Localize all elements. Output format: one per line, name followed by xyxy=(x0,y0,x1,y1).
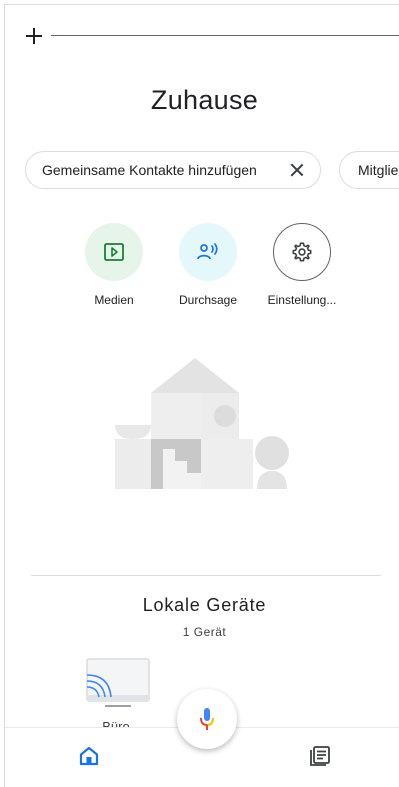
action-broadcast[interactable]: Durchsage xyxy=(163,223,253,307)
action-label: Einstellung... xyxy=(267,293,337,307)
media-circle[interactable] xyxy=(85,223,143,281)
action-label: Durchsage xyxy=(178,293,238,307)
gear-icon xyxy=(292,242,312,262)
broadcast-circle[interactable] xyxy=(179,223,237,281)
top-bar xyxy=(25,27,399,51)
quick-actions: Medien Durchsage Einstellung... xyxy=(5,223,399,313)
home-icon[interactable] xyxy=(77,744,101,768)
chip-members[interactable]: Mitglie xyxy=(339,151,399,189)
section-divider xyxy=(31,575,381,576)
plus-icon[interactable] xyxy=(25,27,43,45)
action-media[interactable]: Medien xyxy=(69,223,159,307)
action-settings[interactable]: Einstellung... xyxy=(257,223,347,307)
settings-circle[interactable] xyxy=(273,223,331,281)
media-play-icon xyxy=(104,243,124,261)
chip-label: Mitglie xyxy=(358,162,399,178)
feed-icon[interactable] xyxy=(308,744,332,768)
close-icon[interactable] xyxy=(290,163,304,177)
action-label: Medien xyxy=(94,293,134,307)
chip-add-contacts[interactable]: Gemeinsame Kontakte hinzufügen xyxy=(25,151,321,189)
broadcast-person-icon xyxy=(197,243,218,260)
chip-label: Gemeinsame Kontakte hinzufügen xyxy=(42,162,257,178)
microphone-button[interactable] xyxy=(177,689,237,749)
suggestion-chips: Gemeinsame Kontakte hinzufügen Mitglie xyxy=(25,151,399,189)
page-title: Zuhause xyxy=(150,85,259,115)
cast-display-icon[interactable] xyxy=(85,657,151,717)
top-divider xyxy=(51,35,399,36)
empty-home-illustration xyxy=(115,358,289,489)
local-devices-title: Lokale Geräte xyxy=(142,595,267,615)
local-devices-count: 1 Gerät xyxy=(182,625,227,639)
microphone-icon xyxy=(200,708,214,730)
app-screen: Zuhause Gemeinsame Kontakte hinzufügen M… xyxy=(4,4,399,787)
